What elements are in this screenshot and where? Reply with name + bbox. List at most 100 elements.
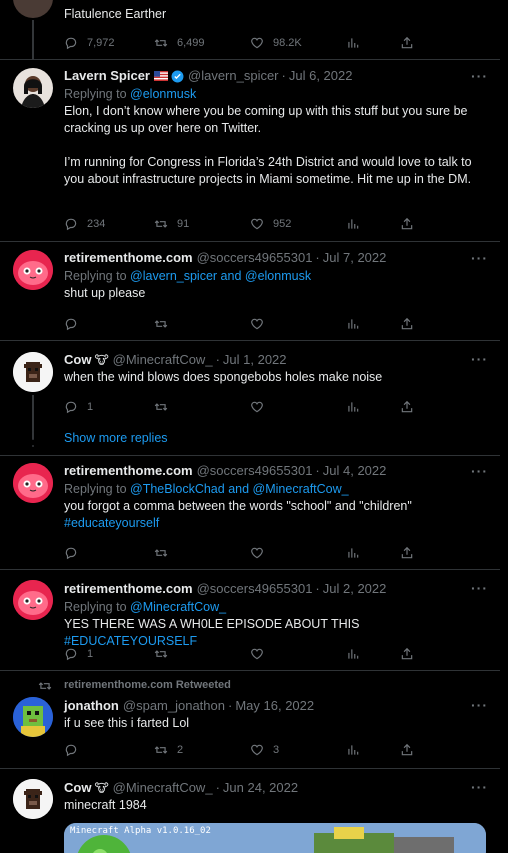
timestamp[interactable]: Jul 4, 2022 bbox=[323, 462, 387, 480]
heart-icon bbox=[251, 744, 263, 756]
mention-link[interactable]: @TheBlockChad bbox=[130, 482, 225, 496]
reply-icon bbox=[65, 744, 77, 757]
more-options-button[interactable]: ··· bbox=[471, 351, 488, 367]
share-button[interactable] bbox=[400, 33, 414, 53]
views-button[interactable] bbox=[346, 314, 400, 334]
reply-button[interactable]: 234 bbox=[64, 214, 154, 234]
like-button[interactable]: 3 bbox=[250, 740, 346, 760]
display-name[interactable]: retirementhome.com bbox=[64, 580, 193, 598]
reply-button[interactable] bbox=[64, 740, 154, 760]
views-button[interactable] bbox=[346, 740, 400, 760]
more-options-button[interactable]: ··· bbox=[471, 697, 488, 713]
timestamp[interactable]: May 16, 2022 bbox=[235, 697, 314, 715]
display-name[interactable]: Cow bbox=[64, 779, 91, 797]
retweet-button[interactable] bbox=[154, 314, 250, 334]
handle[interactable]: @soccers49655301 bbox=[197, 580, 313, 598]
mention-link[interactable]: @MinecraftCow_ bbox=[253, 482, 349, 496]
retweet-button[interactable] bbox=[154, 543, 250, 563]
timestamp[interactable]: Jul 2, 2022 bbox=[323, 580, 387, 598]
analytics-icon bbox=[348, 548, 359, 558]
display-name[interactable]: jonathon bbox=[64, 697, 119, 715]
handle[interactable]: @soccers49655301 bbox=[197, 249, 313, 267]
share-icon bbox=[401, 36, 413, 49]
reply-button[interactable]: 1 bbox=[64, 644, 154, 664]
replying-to-label: Replying to bbox=[64, 269, 127, 283]
avatar[interactable] bbox=[13, 250, 53, 290]
tweet[interactable]: Cow 🐮 @MinecraftCow_ · Jun 24, 2022 mine… bbox=[0, 769, 500, 853]
avatar[interactable] bbox=[13, 580, 53, 620]
tweet[interactable]: retirementhome.com @soccers49655301 · Ju… bbox=[0, 570, 500, 671]
views-button[interactable] bbox=[346, 644, 400, 664]
reply-button[interactable] bbox=[64, 543, 154, 563]
tweet[interactable]: Lavern Spicer @lavern_spicer · Jul 6, 20… bbox=[0, 60, 500, 242]
retweet-icon bbox=[154, 650, 168, 658]
retweet-button[interactable] bbox=[154, 644, 250, 664]
timestamp[interactable]: Jul 7, 2022 bbox=[323, 249, 387, 267]
share-button[interactable] bbox=[400, 397, 414, 417]
reply-button[interactable] bbox=[64, 314, 154, 334]
retweet-button[interactable]: 91 bbox=[154, 214, 250, 234]
like-button[interactable] bbox=[250, 314, 346, 334]
mention-link[interactable]: @MinecraftCow_ bbox=[130, 600, 226, 614]
views-button[interactable] bbox=[346, 214, 400, 234]
display-name[interactable]: Lavern Spicer bbox=[64, 67, 150, 85]
mention-link[interactable]: @elonmusk bbox=[245, 269, 311, 283]
more-options-button[interactable]: ··· bbox=[471, 250, 488, 266]
handle[interactable]: @spam_jonathon bbox=[123, 697, 225, 715]
reply-count: 1 bbox=[87, 648, 94, 660]
retweet-button[interactable]: 2 bbox=[154, 740, 250, 760]
like-button[interactable]: 98.2K bbox=[250, 33, 346, 53]
tweet[interactable]: retirementhome.com Retweeted jonathon @s… bbox=[0, 671, 500, 769]
display-name[interactable]: retirementhome.com bbox=[64, 462, 193, 480]
tweet[interactable]: retirementhome.com @soccers49655301 · Ju… bbox=[0, 242, 500, 341]
retweeted-by-label[interactable]: retirementhome.com Retweeted bbox=[64, 679, 231, 691]
like-button[interactable] bbox=[250, 543, 346, 563]
more-options-button[interactable]: ··· bbox=[471, 779, 488, 795]
like-button[interactable]: 952 bbox=[250, 214, 346, 234]
tweet-top[interactable]: Flatulence Earther 7,972 6,499 98.2K bbox=[0, 0, 500, 60]
display-name[interactable]: retirementhome.com bbox=[64, 249, 193, 267]
avatar[interactable] bbox=[13, 697, 53, 737]
avatar[interactable] bbox=[13, 779, 53, 819]
tweet-media-image[interactable]: Minecraft Alpha v1.0.16_02 bbox=[64, 823, 486, 853]
like-button[interactable] bbox=[250, 644, 346, 664]
views-button[interactable] bbox=[346, 397, 400, 417]
retweet-button[interactable]: 6,499 bbox=[154, 33, 250, 53]
reply-button[interactable]: 7,972 bbox=[64, 33, 154, 53]
avatar[interactable] bbox=[13, 463, 53, 503]
handle[interactable]: @soccers49655301 bbox=[197, 462, 313, 480]
hashtag-link[interactable]: #educateyourself bbox=[64, 515, 482, 532]
display-name[interactable]: Cow bbox=[64, 351, 91, 369]
avatar[interactable] bbox=[13, 68, 53, 108]
more-options-button[interactable]: ··· bbox=[471, 463, 488, 479]
share-button[interactable] bbox=[400, 543, 414, 563]
handle[interactable]: @lavern_spicer bbox=[188, 67, 279, 85]
mention-link[interactable]: @elonmusk bbox=[130, 87, 196, 101]
tweet[interactable]: Cow 🐮 @MinecraftCow_ · Jul 1, 2022 when … bbox=[0, 341, 500, 464]
timestamp[interactable]: Jul 6, 2022 bbox=[289, 67, 353, 85]
share-button[interactable] bbox=[400, 314, 414, 334]
timestamp[interactable]: Jul 1, 2022 bbox=[223, 351, 287, 369]
retweet-count: 6,499 bbox=[177, 37, 205, 49]
more-options-button[interactable]: ··· bbox=[471, 580, 488, 596]
tweet[interactable]: retirementhome.com @soccers49655301 · Ju… bbox=[0, 455, 500, 570]
share-button[interactable] bbox=[400, 214, 414, 234]
retweet-button[interactable] bbox=[154, 397, 250, 417]
heart-icon bbox=[251, 37, 263, 49]
like-count: 98.2K bbox=[273, 37, 302, 49]
heart-icon bbox=[251, 318, 263, 330]
share-button[interactable] bbox=[400, 740, 414, 760]
more-options-button[interactable]: ··· bbox=[471, 68, 488, 84]
views-button[interactable] bbox=[346, 543, 400, 563]
share-button[interactable] bbox=[400, 644, 414, 664]
avatar[interactable] bbox=[13, 0, 53, 18]
views-button[interactable] bbox=[346, 33, 400, 53]
reply-button[interactable]: 1 bbox=[64, 397, 154, 417]
handle[interactable]: @MinecraftCow_ bbox=[113, 779, 213, 797]
show-more-replies-link[interactable]: Show more replies bbox=[64, 431, 168, 445]
handle[interactable]: @MinecraftCow_ bbox=[113, 351, 213, 369]
like-button[interactable] bbox=[250, 397, 346, 417]
avatar[interactable] bbox=[13, 352, 53, 392]
mention-link[interactable]: @lavern_spicer bbox=[130, 269, 217, 283]
timestamp[interactable]: Jun 24, 2022 bbox=[223, 779, 298, 797]
